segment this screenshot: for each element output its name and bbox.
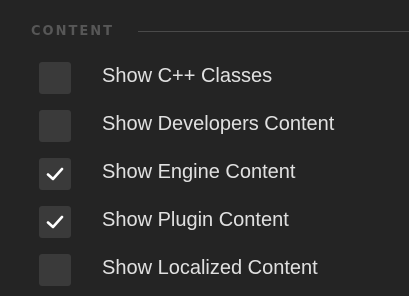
option-label: Show Engine Content [102,161,296,183]
section-title: CONTENT [31,23,114,39]
section-divider [137,30,409,32]
checkbox[interactable] [39,206,71,238]
option-label: Show Developers Content [102,113,335,135]
section-header: CONTENT [0,14,409,48]
check-icon [46,215,64,229]
option-label: Show Plugin Content [102,209,289,231]
option-show-localized-content[interactable]: Show Localized Content [0,245,409,293]
checkbox[interactable] [39,158,71,190]
check-icon [46,167,64,181]
checkbox[interactable] [39,254,71,286]
option-label: Show C++ Classes [102,65,273,87]
checkbox[interactable] [39,62,71,94]
option-show-cpp-classes[interactable]: Show C++ Classes [0,53,409,101]
option-show-developers-content[interactable]: Show Developers Content [0,101,409,149]
content-filter-panel: CONTENT Show C++ Classes Show Developers… [0,0,409,296]
checkbox[interactable] [39,110,71,142]
option-label: Show Localized Content [102,257,318,279]
option-show-engine-content[interactable]: Show Engine Content [0,149,409,197]
option-show-plugin-content[interactable]: Show Plugin Content [0,197,409,245]
